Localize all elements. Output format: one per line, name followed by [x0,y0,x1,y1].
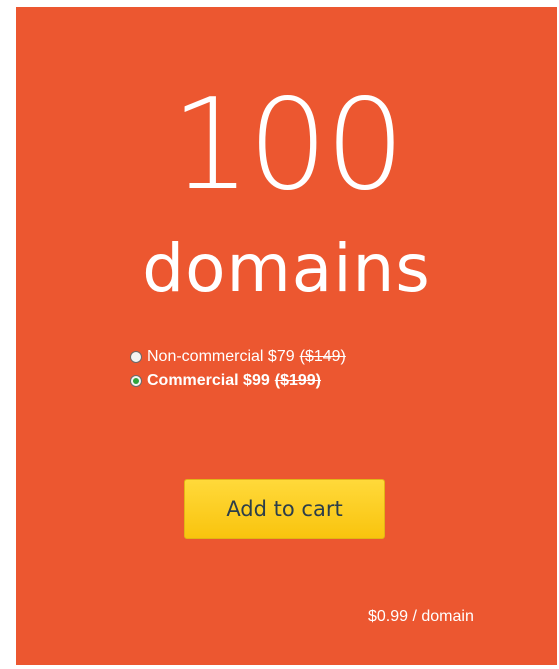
domain-quantity: 100 [170,71,406,218]
non-commercial-old-price: ($149) [299,348,346,365]
license-options: Non-commercial $79 ($149) Commercial $99… [130,345,346,393]
non-commercial-option[interactable]: Non-commercial $79 ($149) [130,345,346,369]
pricing-card: 100 domains Non-commercial $79 ($149) Co… [16,7,557,665]
commercial-radio[interactable] [130,375,142,387]
non-commercial-radio[interactable] [130,351,142,363]
add-to-cart-button[interactable]: Add to cart [184,479,385,539]
commercial-option[interactable]: Commercial $99 ($199) [130,369,346,393]
domain-unit-label: domains [142,230,431,307]
commercial-label: Commercial $99 [147,372,270,389]
price-per-domain: $0.99 / domain [368,608,474,625]
non-commercial-label: Non-commercial $79 [147,348,295,365]
commercial-old-price: ($199) [274,372,321,389]
